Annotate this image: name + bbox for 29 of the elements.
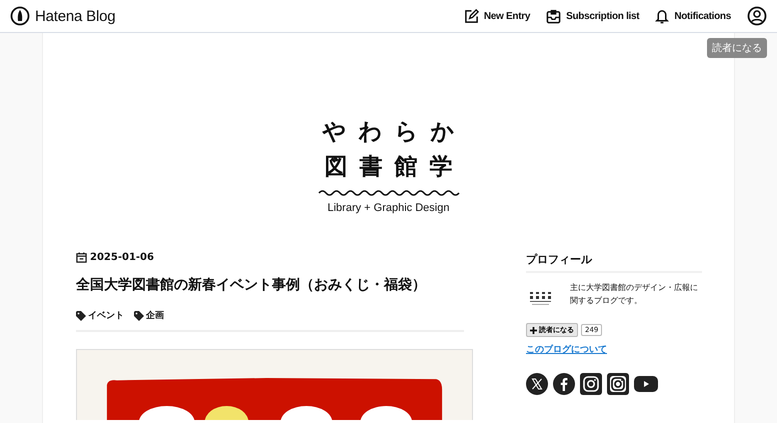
nav-link[interactable]: New Entry — [464, 8, 530, 24]
blog-title[interactable]: 図書館学 — [324, 150, 464, 185]
brand-name[interactable]: Hatena Blog — [35, 8, 116, 24]
calendar-icon — [76, 252, 87, 263]
instagram-icon[interactable] — [580, 373, 602, 395]
bell-icon — [655, 8, 670, 24]
tag-icon — [76, 310, 86, 320]
x-icon[interactable] — [526, 373, 548, 395]
blog-title[interactable]: やわらか — [322, 115, 466, 150]
tag-link[interactable]: 企画 — [134, 309, 164, 322]
logo-icon — [10, 6, 30, 26]
tag-link[interactable]: イベント — [76, 309, 124, 322]
tag-icon — [134, 310, 144, 320]
section-heading: プロフィール — [526, 252, 702, 273]
inbox-icon — [546, 8, 562, 24]
entry-title[interactable]: 全国大学図書館の新春イベント事例（おみくじ・福袋） — [76, 276, 473, 294]
facebook-icon[interactable] — [553, 373, 575, 395]
youtube-icon[interactable] — [634, 375, 658, 393]
plus-icon — [530, 326, 537, 334]
instagram-icon[interactable] — [607, 373, 629, 395]
blog-subtitle: Library + Graphic Design — [328, 202, 450, 214]
user-icon[interactable] — [747, 6, 767, 26]
nav-link[interactable]: Notifications — [655, 8, 731, 24]
about-link[interactable]: このブログについて — [526, 343, 607, 356]
nav-link[interactable]: Subscription list — [546, 8, 640, 24]
entry-date[interactable]: 2025-01-06 — [90, 252, 154, 263]
profile-description: 主に大学図書館のデザイン・広報に関するブログです。 — [570, 282, 699, 307]
subscribe-button[interactable]: 読者になる — [707, 38, 767, 58]
edit-icon — [464, 8, 479, 24]
